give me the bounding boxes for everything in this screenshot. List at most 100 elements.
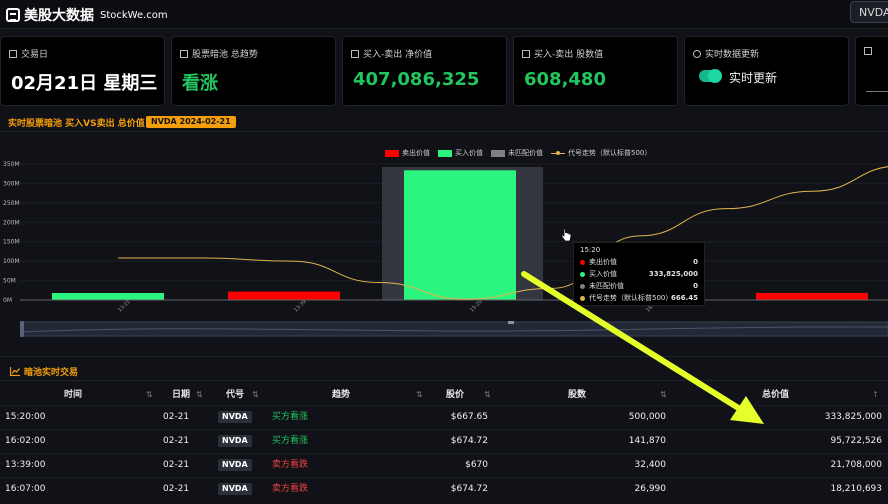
card-value: 02月21日 星期三 — [11, 73, 158, 94]
extra-card — [855, 36, 888, 106]
ticker-badge[interactable]: NVDA — [218, 483, 252, 495]
col-header-trend[interactable]: 趋势 — [332, 386, 350, 404]
cell-total: 333,825,000 — [824, 412, 882, 422]
tooltip-dot — [580, 295, 585, 301]
cell-date: 02-21 — [163, 412, 190, 422]
zoom-slider-handle — [20, 321, 24, 337]
tooltip-label: 未匹配价值 — [589, 282, 624, 290]
card-label: 实时数据更新 — [705, 50, 760, 60]
card-label: 买入-卖出 股数值 — [534, 50, 604, 60]
sort-icon[interactable]: ⇅ — [660, 386, 667, 404]
chart-tooltip: 15:20 卖出价值 0 买入价值 333,825,000 未匹配价值 0 代号走势（… — [573, 242, 705, 306]
x-tick-label: 13:21 — [117, 299, 131, 313]
tooltip-label: 卖出价值 — [589, 258, 617, 266]
tooltip-row: 买入价值 333,825,000 — [580, 268, 698, 280]
chart-icon — [180, 49, 188, 58]
col-header-time[interactable]: 时间 — [64, 386, 82, 404]
table-row[interactable]: 16:07:00 02-21 NVDA 卖方看跌 $674.72 26,990 … — [0, 477, 888, 501]
y-tick-label: 100M — [3, 258, 20, 265]
card-value: 608,480 — [524, 69, 606, 90]
trend-card: 股票暗池 总趋势 看涨 — [171, 36, 336, 106]
tooltip-dot — [580, 283, 585, 289]
tooltip-dot — [580, 259, 585, 265]
y-tick-label: 350M — [3, 161, 20, 168]
cell-price: $674.72 — [450, 484, 488, 494]
cell-time: 15:20:00 — [5, 412, 46, 422]
bar-sell — [228, 291, 340, 300]
ticker-badge[interactable]: NVDA — [218, 435, 252, 447]
top-bar: 美股大数据 StockWe.com NVDA — [0, 0, 888, 29]
money-icon — [351, 49, 359, 58]
card-label: 股票暗池 总趋势 — [192, 50, 258, 60]
brand-title: 美股大数据 — [24, 8, 94, 24]
cell-time: 16:02:00 — [5, 436, 46, 446]
cell-ticker: NVDA — [218, 406, 252, 428]
card-value: 407,086,325 — [353, 69, 480, 90]
chart-panel-title: 实时股票暗池 买入VS卖出 总价值 — [8, 119, 145, 129]
sort-icon[interactable]: ↑ — [872, 386, 879, 404]
y-tick-label: 250M — [3, 200, 20, 207]
cell-trend: 买方看涨 — [272, 412, 309, 422]
tooltip-row: 未匹配价值 0 — [580, 280, 698, 292]
tooltip-dot — [580, 271, 585, 277]
bar-buy — [52, 293, 164, 300]
trades-table-header: 时间 ⇅ 日期 ⇅ 代号 ⇅ 趋势 ⇅ 股价 ⇅ 股数 ⇅ 总价值 ↑ — [0, 386, 888, 404]
brand-domain: StockWe.com — [100, 9, 168, 21]
realtime-toggle[interactable] — [699, 69, 722, 83]
x-tick-label: 13:39 — [293, 299, 307, 313]
y-tick-label: 200M — [3, 219, 20, 226]
realtime-card: 实时数据更新 实时更新 — [684, 36, 849, 106]
trades-title-text: 暗池实时交易 — [24, 368, 79, 378]
sort-icon[interactable]: ⇅ — [416, 386, 423, 404]
ticker-select-button[interactable]: NVDA — [850, 1, 888, 23]
x-tick-label: 15:20 — [469, 299, 483, 313]
cell-date: 02-21 — [163, 484, 190, 494]
cell-shares: 32,400 — [634, 460, 667, 470]
logo[interactable]: 美股大数据 StockWe.com — [6, 5, 168, 25]
cell-price: $670 — [465, 460, 488, 470]
ticker-badge[interactable]: NVDA — [218, 411, 252, 423]
col-header-ticker[interactable]: 代号 — [226, 386, 244, 404]
ticker-date-badge: NVDA 2024-02-21 — [146, 116, 236, 128]
table-row[interactable]: 13:39:00 02-21 NVDA 卖方看跌 $670 32,400 21,… — [0, 453, 888, 477]
cell-date: 02-21 — [163, 436, 190, 446]
sort-icon[interactable]: ⇅ — [252, 386, 259, 404]
tooltip-row: 代号走势（默认标普500） 666.45 — [580, 292, 698, 304]
col-header-price[interactable]: 股价 — [446, 386, 464, 404]
sort-icon[interactable]: ⇅ — [146, 386, 153, 404]
cell-ticker: NVDA — [218, 478, 252, 500]
calendar-icon — [864, 47, 872, 55]
sort-icon[interactable]: ⇅ — [196, 386, 203, 404]
y-tick-label: 0M — [3, 297, 12, 304]
calendar-icon — [9, 49, 17, 58]
tooltip-value: 0 — [693, 258, 698, 266]
cell-trend: 卖方看跌 — [272, 460, 309, 470]
col-header-total[interactable]: 总价值 — [762, 386, 789, 404]
tooltip-value: 0 — [693, 282, 698, 290]
cell-price: $667.65 — [450, 412, 488, 422]
cell-trend: 卖方看跌 — [272, 484, 309, 494]
table-row[interactable]: 15:20:00 02-21 NVDA 买方看涨 $667.65 500,000… — [0, 405, 888, 429]
ticker-badge[interactable]: NVDA — [218, 459, 252, 471]
cell-time: 13:39:00 — [5, 460, 46, 470]
col-header-date[interactable]: 日期 — [172, 386, 190, 404]
bar-chart[interactable]: 0M 50M 100M 150M 200M 250M 300M 350M 13:21 13:39 1… — [0, 150, 888, 350]
cell-trend: 买方看涨 — [272, 436, 309, 446]
divider — [866, 91, 888, 92]
cell-price: $674.72 — [450, 436, 488, 446]
divider — [0, 380, 888, 381]
cell-date: 02-21 — [163, 460, 190, 470]
sort-icon[interactable]: ⇅ — [484, 386, 491, 404]
line-chart-icon — [10, 367, 20, 376]
cell-total: 95,722,526 — [830, 436, 882, 446]
y-tick-label: 150M — [3, 239, 20, 246]
cell-total: 18,210,693 — [830, 484, 882, 494]
divider — [0, 131, 888, 132]
tooltip-value: 333,825,000 — [648, 270, 698, 278]
toggle-label: 实时更新 — [729, 71, 778, 85]
col-header-shares[interactable]: 股数 — [568, 386, 586, 404]
tooltip-value: 666.45 — [670, 294, 698, 302]
tooltip-label: 买入价值 — [589, 270, 617, 278]
table-row[interactable]: 16:02:00 02-21 NVDA 买方看涨 $674.72 141,870… — [0, 429, 888, 453]
realtime-icon — [693, 49, 701, 58]
